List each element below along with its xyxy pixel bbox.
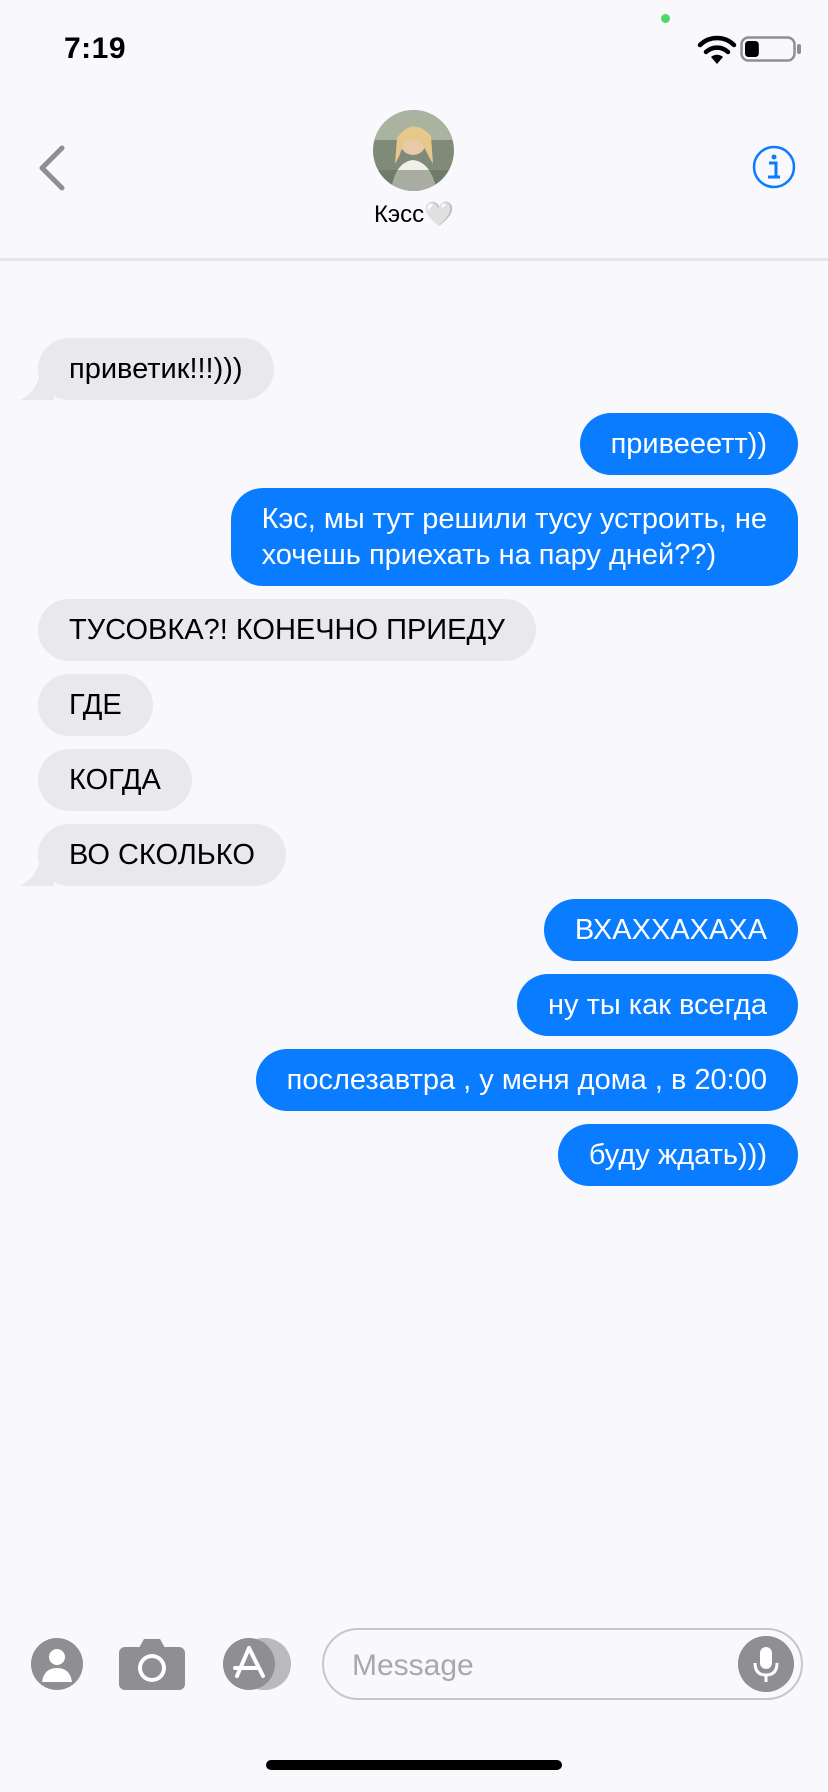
conversation-header: Кэсс🤍 xyxy=(0,90,828,261)
outgoing-message[interactable]: послезавтра , у меня дома , в 20:00 xyxy=(255,1049,798,1111)
home-indicator[interactable] xyxy=(266,1760,562,1770)
message-row: послезавтра , у меня дома , в 20:00 xyxy=(0,1049,828,1111)
status-time: 7:19 xyxy=(64,32,127,65)
message-row: ТУСОВКА?! КОНЕЧНО ПРИЕДУ xyxy=(0,599,828,661)
incoming-message[interactable]: ГДЕ xyxy=(38,674,153,736)
compose-bar: Message xyxy=(0,1600,828,1740)
contact-avatar[interactable] xyxy=(373,110,454,191)
outgoing-message[interactable]: ВХАХХАХАХА xyxy=(543,899,798,961)
message-row: ГДЕ xyxy=(0,674,828,736)
outgoing-message[interactable]: Кэс, мы тут решили тусу устроить, не хоч… xyxy=(230,488,798,586)
message-row: ну ты как всегда xyxy=(0,974,828,1036)
wifi-icon xyxy=(697,35,737,64)
message-row: буду ждать))) xyxy=(0,1124,828,1186)
incoming-message[interactable]: приветик!!!))) xyxy=(38,338,274,400)
info-icon[interactable] xyxy=(751,144,797,190)
incoming-message[interactable]: ВО СКОЛЬКО xyxy=(38,824,286,886)
battery-icon xyxy=(740,36,801,62)
message-row: КОГДА xyxy=(0,749,828,811)
contact-icon[interactable] xyxy=(31,1638,83,1690)
message-list: приветик!!!))) привееетт)) Кэс, мы тут р… xyxy=(0,338,828,1199)
message-placeholder: Message xyxy=(352,1649,474,1682)
outgoing-message[interactable]: ну ты как всегда xyxy=(517,974,798,1036)
outgoing-message[interactable]: буду ждать))) xyxy=(557,1124,798,1186)
status-bar: 7:19 xyxy=(0,0,828,90)
app-store-icon[interactable] xyxy=(223,1638,293,1690)
microphone-icon[interactable] xyxy=(738,1636,794,1692)
message-row: ВО СКОЛЬКО xyxy=(0,824,828,886)
message-row: ВХАХХАХАХА xyxy=(0,899,828,961)
camera-icon[interactable] xyxy=(119,1638,185,1690)
message-row: приветик!!!))) xyxy=(0,338,828,400)
incoming-message[interactable]: КОГДА xyxy=(38,749,192,811)
message-input[interactable]: Message xyxy=(322,1628,803,1700)
message-row: привееетт)) xyxy=(0,413,828,475)
message-row: Кэс, мы тут решили тусу устроить, не хоч… xyxy=(0,488,828,586)
chevron-left-icon[interactable] xyxy=(34,142,70,194)
outgoing-message[interactable]: привееетт)) xyxy=(579,413,798,475)
contact-name[interactable]: Кэсс🤍 xyxy=(0,200,828,229)
camera-in-use-indicator xyxy=(661,14,670,23)
incoming-message[interactable]: ТУСОВКА?! КОНЕЧНО ПРИЕДУ xyxy=(38,599,536,661)
